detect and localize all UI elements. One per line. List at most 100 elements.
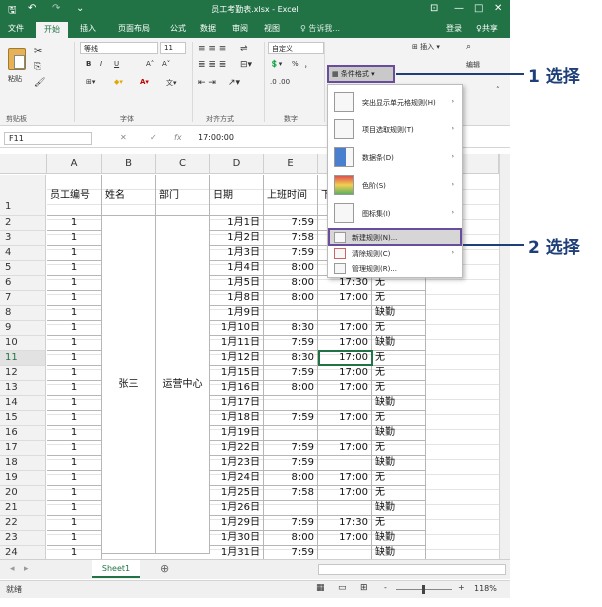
header-cell-name[interactable]: 姓名 xyxy=(102,175,156,216)
cell-check-in[interactable]: 8:00 xyxy=(264,261,318,276)
cell-check-out[interactable]: 17:00 xyxy=(318,486,372,501)
cell-note[interactable]: 无 xyxy=(372,411,426,426)
cell-check-in[interactable]: 8:00 xyxy=(264,471,318,486)
header-cell-date[interactable]: 日期 xyxy=(210,175,264,216)
cell-check-in[interactable]: 8:00 xyxy=(264,531,318,546)
page-layout-view-icon[interactable]: ▭ xyxy=(338,583,347,593)
underline-button[interactable]: U xyxy=(114,60,119,68)
menu-item-highlight-cells[interactable]: 突出显示单元格规则(H) › xyxy=(328,89,462,115)
add-sheet-icon[interactable]: ⊕ xyxy=(160,562,169,575)
row-header[interactable]: 19 xyxy=(0,471,46,486)
cell-employee-id[interactable]: 1 xyxy=(47,486,102,501)
shrink-font-button[interactable]: A˅ xyxy=(162,60,170,68)
cell-check-in[interactable]: 8:00 xyxy=(264,381,318,396)
cell-note[interactable]: 缺勤 xyxy=(372,531,426,546)
row-header-1[interactable]: 1 xyxy=(0,175,46,216)
sheet-tab-sheet1[interactable]: Sheet1 xyxy=(92,560,140,578)
cell-check-out[interactable] xyxy=(318,501,372,516)
font-color-icon[interactable]: A▾ xyxy=(140,78,149,86)
cell-check-out[interactable]: 17:00 xyxy=(318,321,372,336)
tab-insert[interactable]: 插入 xyxy=(80,23,96,34)
font-size-combo[interactable]: 11 xyxy=(160,42,186,54)
bold-button[interactable]: B xyxy=(86,60,91,68)
copy-icon[interactable]: ⎘ xyxy=(34,62,41,72)
cell-check-out[interactable]: 17:00 xyxy=(318,411,372,426)
cell-note[interactable]: 无 xyxy=(372,471,426,486)
merged-cell-dept[interactable]: 运营中心 xyxy=(156,216,210,554)
row-header[interactable]: 9 xyxy=(0,321,46,336)
cell-note[interactable]: 缺勤 xyxy=(372,501,426,516)
cell-note[interactable]: 缺勤 xyxy=(372,336,426,351)
cell-note[interactable]: 无 xyxy=(372,351,426,366)
row-header[interactable]: 6 xyxy=(0,276,46,291)
indent-icon[interactable]: ⇤ ⇥ xyxy=(198,78,216,88)
cell-date[interactable]: 1月3日 xyxy=(210,246,264,261)
menu-item-clear-rules[interactable]: 清除规则(C) › xyxy=(328,247,462,261)
cell-check-in[interactable]: 8:30 xyxy=(264,351,318,366)
cell-date[interactable]: 1月5日 xyxy=(210,276,264,291)
column-header-d[interactable]: D xyxy=(210,154,264,174)
cell-date[interactable]: 1月15日 xyxy=(210,366,264,381)
row-header[interactable]: 11 xyxy=(0,351,46,366)
cell-check-out[interactable]: 17:30 xyxy=(318,516,372,531)
cell-check-in[interactable]: 7:59 xyxy=(264,246,318,261)
number-format-combo[interactable]: 自定义 xyxy=(268,42,324,54)
cell-date[interactable]: 1月18日 xyxy=(210,411,264,426)
grow-font-button[interactable]: A˄ xyxy=(146,60,154,68)
normal-view-icon[interactable]: ▦ xyxy=(316,583,325,593)
row-header[interactable]: 22 xyxy=(0,516,46,531)
cell-date[interactable]: 1月11日 xyxy=(210,336,264,351)
scroll-right-icon[interactable]: ▸ xyxy=(24,564,29,574)
row-header[interactable]: 4 xyxy=(0,246,46,261)
row-header[interactable]: 15 xyxy=(0,411,46,426)
menu-item-top-bottom[interactable]: 项目选取规则(T) › xyxy=(328,115,462,143)
align-top-icon[interactable]: ≡ ≡ ≡ xyxy=(198,44,226,54)
menu-item-icon-sets[interactable]: 图标集(I) › xyxy=(328,199,462,227)
menu-item-color-scales[interactable]: 色阶(S) › xyxy=(328,171,462,199)
cell-employee-id[interactable]: 1 xyxy=(47,531,102,546)
comma-style-button[interactable]: ， xyxy=(304,60,311,70)
minimize-icon[interactable]: — xyxy=(454,3,464,14)
share-button[interactable]: ♀共享 xyxy=(476,23,498,34)
row-header[interactable]: 7 xyxy=(0,291,46,306)
tab-review[interactable]: 审阅 xyxy=(232,23,248,34)
cell-date[interactable]: 1月24日 xyxy=(210,471,264,486)
wrap-text-icon[interactable]: ⇌ xyxy=(240,44,248,54)
merged-cell-name[interactable]: 张三 xyxy=(102,216,156,554)
row-header[interactable]: 10 xyxy=(0,336,46,351)
cell-check-in[interactable] xyxy=(264,426,318,441)
tab-formulas[interactable]: 公式 xyxy=(170,23,186,34)
row-header[interactable]: 16 xyxy=(0,426,46,441)
formula-input[interactable]: 17:00:00 xyxy=(198,133,234,142)
zoom-level[interactable]: 118% xyxy=(474,584,497,593)
cell-employee-id[interactable]: 1 xyxy=(47,321,102,336)
header-cell-checkin[interactable]: 上班时间 xyxy=(264,175,318,216)
cell-check-in[interactable]: 7:58 xyxy=(264,486,318,501)
cell-check-in[interactable]: 7:59 xyxy=(264,441,318,456)
fill-color-icon[interactable]: ◆▾ xyxy=(114,78,123,86)
cell-check-in[interactable]: 7:59 xyxy=(264,366,318,381)
horizontal-scrollbar[interactable] xyxy=(318,564,506,575)
cell-check-out[interactable]: 17:00 xyxy=(318,471,372,486)
cell-date[interactable]: 1月12日 xyxy=(210,351,264,366)
row-header[interactable]: 2 xyxy=(0,216,46,231)
name-box[interactable]: F11 xyxy=(4,132,92,145)
cell-date[interactable]: 1月25日 xyxy=(210,486,264,501)
column-header-b[interactable]: B xyxy=(102,154,156,174)
cell-note[interactable]: 缺勤 xyxy=(372,456,426,471)
row-header[interactable]: 8 xyxy=(0,306,46,321)
decimal-icon[interactable]: .0 .00 xyxy=(270,78,290,86)
cell-note[interactable]: 无 xyxy=(372,321,426,336)
menu-item-new-rule[interactable]: 新建规则(N)... xyxy=(328,230,462,246)
menu-item-data-bars[interactable]: 数据条(D) › xyxy=(328,143,462,171)
cell-check-in[interactable] xyxy=(264,501,318,516)
cell-check-out[interactable] xyxy=(318,426,372,441)
conditional-formatting-button[interactable]: ▦ 条件格式 ▾ xyxy=(327,65,395,83)
cell-date[interactable]: 1月1日 xyxy=(210,216,264,231)
cell-date[interactable]: 1月2日 xyxy=(210,231,264,246)
cell-employee-id[interactable]: 1 xyxy=(47,411,102,426)
accounting-format-icon[interactable]: 💲▾ xyxy=(270,60,282,68)
row-header[interactable]: 20 xyxy=(0,486,46,501)
cell-check-in[interactable]: 8:30 xyxy=(264,321,318,336)
page-break-view-icon[interactable]: ⊞ xyxy=(360,583,368,593)
